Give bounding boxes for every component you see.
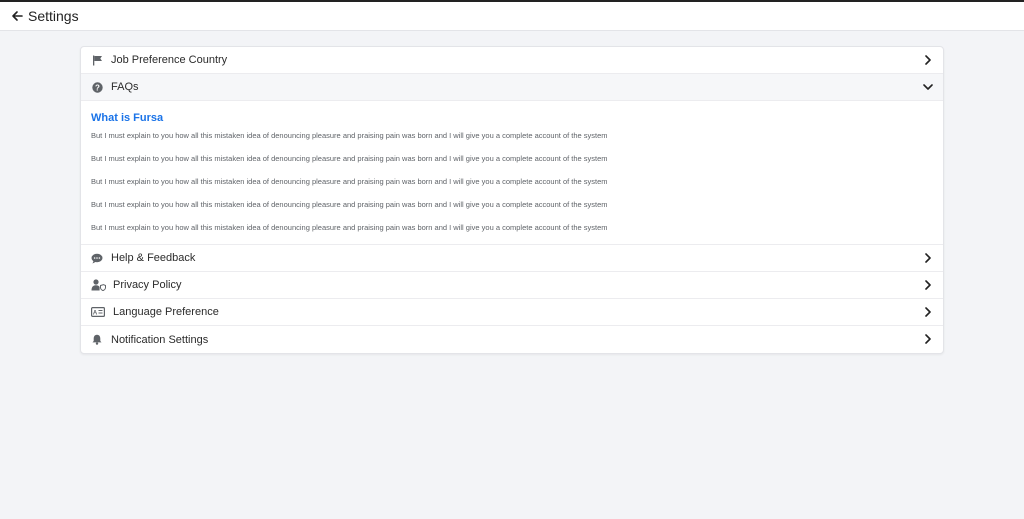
user-shield-icon (90, 278, 106, 292)
settings-item-label: Job Preference Country (111, 54, 228, 66)
chevron-right-icon (922, 279, 934, 291)
question-circle-icon: ? (90, 80, 104, 94)
faq-question[interactable]: What is Fursa (91, 112, 933, 124)
settings-item-privacy-policy[interactable]: Privacy Policy (81, 272, 943, 299)
flag-icon (90, 53, 104, 67)
settings-item-help-feedback[interactable]: Help & Feedback (81, 245, 943, 272)
faq-answer-line: But I must explain to you how all this m… (91, 177, 608, 186)
settings-item-language-preference[interactable]: A Language Preference (81, 299, 943, 326)
faq-panel: What is Fursa But I must explain to you … (81, 101, 943, 245)
settings-item-faqs[interactable]: ? FAQs (81, 74, 943, 101)
chevron-right-icon (922, 333, 934, 345)
chevron-down-icon (922, 81, 934, 93)
back-button[interactable] (8, 7, 26, 25)
settings-item-label: Help & Feedback (111, 252, 196, 264)
faq-answer-line: But I must explain to you how all this m… (91, 131, 608, 140)
settings-item-label: FAQs (111, 81, 139, 93)
chat-bubble-icon (90, 251, 104, 265)
chevron-right-icon (922, 252, 934, 264)
page-title: Settings (28, 8, 79, 24)
top-app-bar: Settings (0, 0, 1024, 31)
arrow-left-icon (12, 11, 23, 21)
svg-text:A: A (93, 310, 98, 316)
faq-answer-line: But I must explain to you how all this m… (91, 223, 608, 232)
faq-answer-line: But I must explain to you how all this m… (91, 200, 608, 209)
chevron-right-icon (922, 306, 934, 318)
svg-text:?: ? (95, 83, 100, 92)
settings-item-notification-settings[interactable]: Notification Settings (81, 326, 943, 353)
settings-item-job-preference-country[interactable]: Job Preference Country (81, 47, 943, 74)
language-card-icon: A (90, 305, 106, 319)
settings-item-label: Notification Settings (111, 333, 209, 346)
settings-item-label: Language Preference (113, 306, 219, 318)
chevron-right-icon (922, 54, 934, 66)
settings-item-label: Privacy Policy (113, 279, 182, 291)
settings-card: Job Preference Country ? FAQs What is Fu… (80, 46, 944, 354)
bell-icon (90, 333, 104, 347)
faq-answer-line: But I must explain to you how all this m… (91, 154, 608, 163)
